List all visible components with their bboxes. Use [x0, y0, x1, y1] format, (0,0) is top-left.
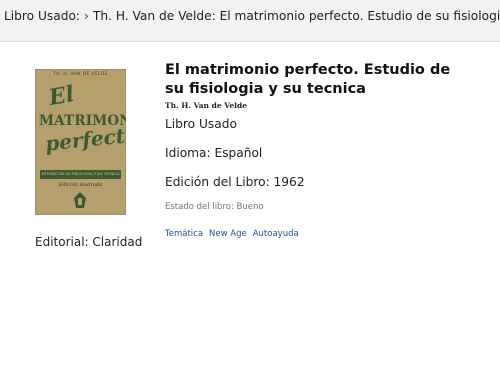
- cover-edition: Edición ilustrada: [58, 182, 103, 188]
- publisher-label: Editorial: Claridad: [35, 235, 143, 249]
- book-language: Idioma: Español: [165, 146, 263, 160]
- book-title: El matrimonio perfecto. Estudio de su fi…: [165, 62, 451, 97]
- book-author[interactable]: Th. H. Van de Velde: [165, 101, 247, 110]
- book-cover-image[interactable]: TH. H. VAN DE VELDE El MATRIMONIO perfec…: [35, 69, 126, 215]
- tag-link-autoayuda[interactable]: Autoayuda: [253, 229, 299, 239]
- breadcrumb: Libro Usado: › Th. H. Van de Velde: El mat…: [0, 0, 500, 42]
- tag-list: Temática New Age Autoayuda: [165, 229, 305, 239]
- breadcrumb-current: Th. H. Van de Velde: El matrimonio perfe…: [92, 9, 500, 23]
- book-edition-year: Edición del Libro: 1962: [165, 175, 305, 189]
- cover-author: TH. H. VAN DE VELDE: [53, 72, 108, 77]
- cover-subtitle-band: ESTUDIO DE SU FISIOLOGIA Y SU TECNICA: [40, 170, 121, 179]
- breadcrumb-separator: ›: [84, 9, 89, 23]
- book-condition-type: Libro Usado: [165, 117, 237, 131]
- book-state: Estado del libro: Bueno: [165, 202, 264, 212]
- tag-link-new-age[interactable]: New Age: [209, 229, 247, 239]
- publisher-logo-icon: [74, 192, 86, 208]
- cover-title-el: El: [46, 81, 77, 111]
- breadcrumb-root[interactable]: Libro Usado:: [4, 9, 80, 23]
- tag-link-tematica[interactable]: Temática: [165, 229, 203, 239]
